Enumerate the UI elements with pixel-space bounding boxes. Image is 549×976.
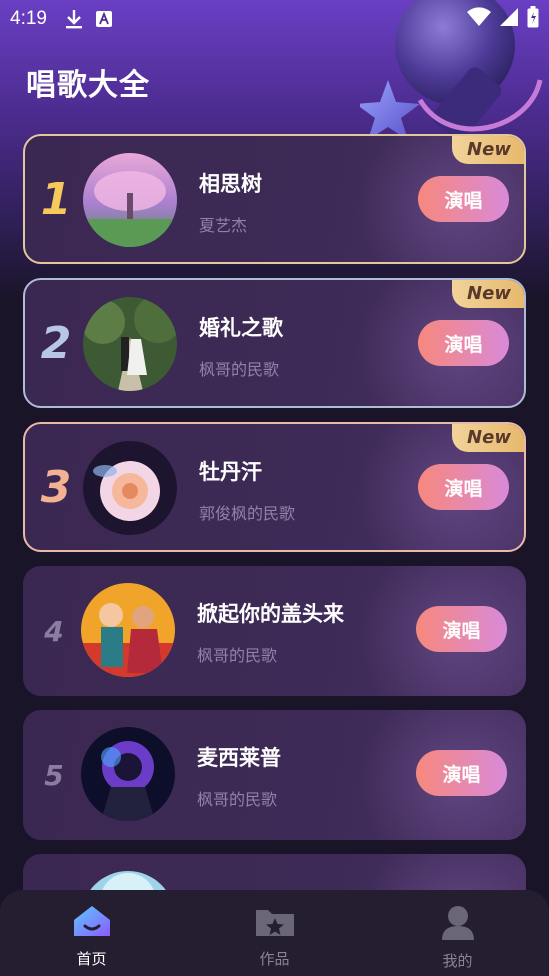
rank-number: 1 [40, 173, 72, 225]
new-badge: New [452, 136, 524, 164]
song-artist: 枫哥的民歌 [199, 360, 280, 379]
bottom-nav: 首页 作品 我的 [0, 890, 549, 976]
nav-works[interactable]: 作品 [183, 890, 366, 976]
home-icon [72, 904, 112, 942]
song-card-5[interactable]: 5 麦西莱普 枫哥的民歌 演唱 [23, 710, 526, 840]
song-cover [81, 583, 175, 677]
song-card-1[interactable]: 1 相思树 夏艺杰 演唱 New [23, 134, 526, 264]
song-card-4[interactable]: 4 掀起你的盖头来 枫哥的民歌 演唱 [23, 566, 526, 696]
song-cover [83, 441, 177, 535]
nav-home[interactable]: 首页 [0, 890, 183, 976]
new-badge: New [452, 280, 524, 308]
sing-button[interactable]: 演唱 [418, 320, 509, 366]
person-icon [440, 904, 476, 944]
page-title: 唱歌大全 [26, 68, 150, 103]
sing-button[interactable]: 演唱 [418, 176, 509, 222]
song-cover [83, 297, 177, 391]
nav-mine[interactable]: 我的 [366, 890, 549, 976]
status-bar: 4:19 [0, 0, 549, 38]
song-cover [83, 153, 177, 247]
rank-number: 2 [40, 317, 72, 369]
song-title: 相思树 [199, 172, 262, 196]
sing-button[interactable]: 演唱 [416, 606, 507, 652]
nav-mine-label: 我的 [442, 952, 473, 970]
folder-star-icon [254, 904, 296, 942]
nav-works-label: 作品 [259, 950, 290, 968]
song-artist: 枫哥的民歌 [197, 790, 278, 809]
song-card-3[interactable]: 3 牡丹汗 郭俊枫的民歌 演唱 New [23, 422, 526, 552]
battery-icon [527, 5, 539, 33]
new-badge: New [452, 424, 524, 452]
rank-number: 5 [44, 758, 64, 792]
song-title: 婚礼之歌 [199, 316, 283, 340]
sing-button[interactable]: 演唱 [416, 750, 507, 796]
font-app-icon [95, 10, 113, 28]
wifi-icon [467, 6, 491, 32]
song-title: 牡丹汗 [199, 460, 262, 484]
song-cover [81, 727, 175, 821]
rank-number: 3 [40, 461, 72, 513]
signal-icon [499, 7, 519, 32]
song-artist: 夏艺杰 [199, 216, 248, 235]
song-card-2[interactable]: 2 婚礼之歌 枫哥的民歌 演唱 New [23, 278, 526, 408]
song-artist: 郭俊枫的民歌 [199, 504, 296, 523]
nav-home-label: 首页 [76, 950, 107, 968]
status-time: 4:19 [10, 8, 47, 29]
sing-button[interactable]: 演唱 [418, 464, 509, 510]
song-artist: 枫哥的民歌 [197, 646, 278, 665]
download-icon [65, 9, 83, 29]
rank-number: 4 [44, 614, 64, 648]
song-title: 掀起你的盖头来 [197, 602, 344, 626]
song-title: 麦西莱普 [197, 746, 281, 770]
